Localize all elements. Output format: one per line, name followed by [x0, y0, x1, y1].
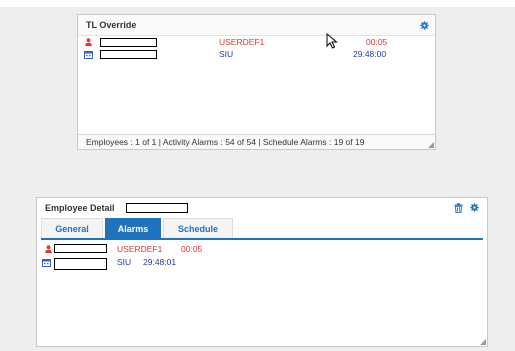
- calendar-icon: [84, 51, 93, 59]
- employee-name-redacted: [126, 203, 188, 213]
- alarm-time: 00:05: [181, 244, 203, 254]
- tl-override-panel: TL Override USERDEF1 00:05 SIU 29:48:00 …: [77, 14, 436, 150]
- person-icon: [85, 38, 92, 46]
- schedule-status: SIU: [117, 257, 132, 267]
- tab-alarms[interactable]: Alarms: [105, 218, 161, 238]
- alarm-time: 00:05: [366, 37, 388, 47]
- resize-handle-icon[interactable]: [480, 339, 486, 345]
- gear-icon[interactable]: [420, 21, 429, 30]
- employee-name-redacted: [54, 244, 107, 253]
- mouse-cursor-icon: [326, 33, 338, 49]
- employee-detail-header: Employee Detail: [37, 198, 487, 218]
- employee-detail-panel: Employee Detail General Alarms Schedule: [36, 197, 488, 347]
- tl-override-footer: Employees : 1 of 1 | Activity Alarms : 5…: [78, 134, 435, 149]
- employee-detail-tabs: General Alarms Schedule: [41, 218, 483, 240]
- employee-detail-title: Employee Detail: [45, 203, 115, 213]
- employee-name-redacted: [100, 38, 157, 47]
- employee-name-redacted: [100, 50, 157, 59]
- footer-summary: Employees : 1 of 1 | Activity Alarms : 5…: [86, 137, 365, 147]
- schedule-time: 29:48:01: [143, 257, 177, 267]
- top-strip: [0, 0, 515, 7]
- resize-handle-icon[interactable]: [428, 142, 434, 148]
- tab-general[interactable]: General: [41, 218, 103, 238]
- calendar-icon: [42, 259, 51, 267]
- trash-icon[interactable]: [454, 203, 463, 213]
- alarm-status: USERDEF1: [117, 244, 163, 254]
- employee-name-redacted: [54, 258, 107, 270]
- person-icon: [45, 245, 52, 253]
- tl-override-title: TL Override: [86, 20, 137, 30]
- gear-icon[interactable]: [470, 203, 479, 212]
- tl-override-header: TL Override: [78, 15, 435, 36]
- tab-schedule[interactable]: Schedule: [163, 218, 233, 238]
- schedule-time: 29:48:00: [353, 49, 387, 59]
- schedule-status: SIU: [219, 49, 234, 59]
- alarm-status: USERDEF1: [219, 37, 265, 47]
